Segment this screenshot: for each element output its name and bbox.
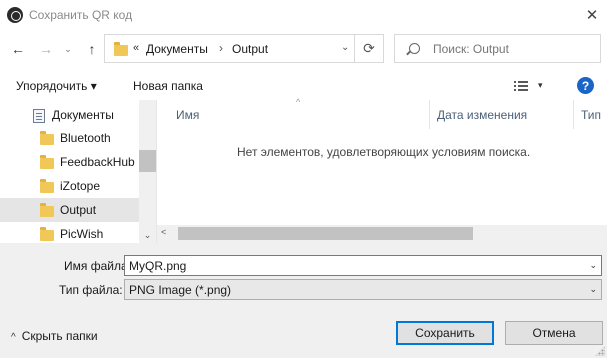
scrollbar-thumb[interactable] <box>139 150 156 172</box>
tree-item-label: iZotope <box>60 179 101 193</box>
close-button[interactable]: ✕ <box>577 0 607 30</box>
column-type[interactable]: Тип <box>581 108 601 122</box>
tree-item-feedbackhub[interactable]: FeedbackHub <box>0 150 139 174</box>
app-logo-icon <box>7 7 23 23</box>
chevron-up-icon: ^ <box>11 332 16 343</box>
folder-icon <box>40 155 54 169</box>
empty-list-message: Нет элементов, удовлетворяющих условиям … <box>237 145 531 159</box>
save-button[interactable]: Сохранить <box>396 321 494 345</box>
up-button[interactable]: ↑ <box>82 39 102 59</box>
filetype-select[interactable]: PNG Image (*.png) ⌄ <box>124 279 602 300</box>
filetype-value: PNG Image (*.png) <box>129 283 232 297</box>
column-separator[interactable] <box>573 100 574 129</box>
folder-icon <box>40 131 54 145</box>
filename-label: Имя файла: <box>64 259 131 273</box>
save-options-panel: Имя файла: MyQR.png ⌄ Тип файла: PNG Ima… <box>0 243 607 358</box>
column-date-modified[interactable]: Дата изменения <box>437 108 527 122</box>
address-overflow-icon[interactable]: « <box>133 42 139 54</box>
refresh-button[interactable]: ⟳ <box>354 35 383 62</box>
breadcrumb-documents[interactable]: Документы <box>146 42 208 56</box>
tree-item-label: Документы <box>52 108 114 122</box>
breadcrumb-output[interactable]: Output <box>232 42 268 56</box>
command-toolbar: Упорядочить ▾ Новая папка ▾ <box>0 70 607 100</box>
folder-icon <box>114 42 128 56</box>
scroll-down-icon[interactable]: ⌄ <box>139 230 156 241</box>
tree-item-label: FeedbackHub <box>60 155 135 169</box>
filetype-dropdown-icon[interactable]: ⌄ <box>589 284 597 295</box>
column-separator[interactable] <box>429 100 430 129</box>
recent-locations-button[interactable]: ⌄ <box>62 39 74 59</box>
sort-indicator-icon: ^ <box>296 97 301 107</box>
title-bar: Сохранить QR код ✕ <box>0 0 607 30</box>
navigation-pane: Документы Bluetooth FeedbackHub iZotope … <box>0 100 156 243</box>
file-list-horizontal-scrollbar[interactable]: < <box>157 225 607 243</box>
search-input[interactable]: Поиск: Output <box>433 42 509 56</box>
search-icon <box>409 43 420 54</box>
help-icon[interactable]: ? <box>577 77 594 94</box>
column-header: ^ Имя Дата изменения Тип <box>157 97 607 129</box>
filename-field[interactable]: MyQR.png ⌄ <box>124 255 602 276</box>
tree-item-izotope[interactable]: iZotope <box>0 174 139 198</box>
view-options-icon[interactable] <box>514 81 528 91</box>
tree-item-documents[interactable]: Документы <box>0 103 139 127</box>
filename-dropdown-icon[interactable]: ⌄ <box>589 260 597 271</box>
column-name[interactable]: Имя <box>176 108 199 122</box>
navigation-bar: ← → ⌄ ↑ « Документы › Output ⌄ ⟳ Поиск: … <box>0 30 607 68</box>
hide-folders-button[interactable]: ^ Скрыть папки <box>11 329 98 343</box>
window-title: Сохранить QR код <box>29 8 133 22</box>
tree-item-label: Bluetooth <box>60 131 111 145</box>
document-icon <box>33 109 45 123</box>
tree-item-label: PicWish <box>60 227 104 241</box>
cancel-button[interactable]: Отмена <box>505 321 603 345</box>
folder-icon <box>40 203 54 217</box>
search-box[interactable]: Поиск: Output <box>394 34 601 63</box>
back-button[interactable]: ← <box>8 39 28 59</box>
new-folder-button[interactable]: Новая папка <box>133 79 203 93</box>
address-dropdown-icon[interactable]: ⌄ <box>341 42 349 53</box>
tree-item-output[interactable]: Output <box>0 198 139 222</box>
breadcrumb-separator: › <box>219 41 223 55</box>
folder-icon <box>40 227 54 241</box>
tree-item-label: Output <box>60 203 97 217</box>
scrollbar-thumb[interactable] <box>178 227 473 240</box>
forward-button[interactable]: → <box>36 39 56 59</box>
organize-button[interactable]: Упорядочить ▾ <box>16 79 97 93</box>
hide-folders-label: Скрыть папки <box>21 329 98 343</box>
filename-input[interactable]: MyQR.png <box>129 259 186 273</box>
address-bar[interactable]: « Документы › Output ⌄ ⟳ <box>104 34 384 63</box>
scroll-left-icon[interactable]: < <box>161 227 166 237</box>
resize-grip[interactable] <box>595 346 605 356</box>
view-dropdown-icon[interactable]: ▾ <box>538 80 543 91</box>
folder-icon <box>40 179 54 193</box>
filetype-label: Тип файла: <box>59 283 123 297</box>
tree-scrollbar[interactable]: ⌄ <box>139 100 156 243</box>
tree-item-bluetooth[interactable]: Bluetooth <box>0 126 139 150</box>
